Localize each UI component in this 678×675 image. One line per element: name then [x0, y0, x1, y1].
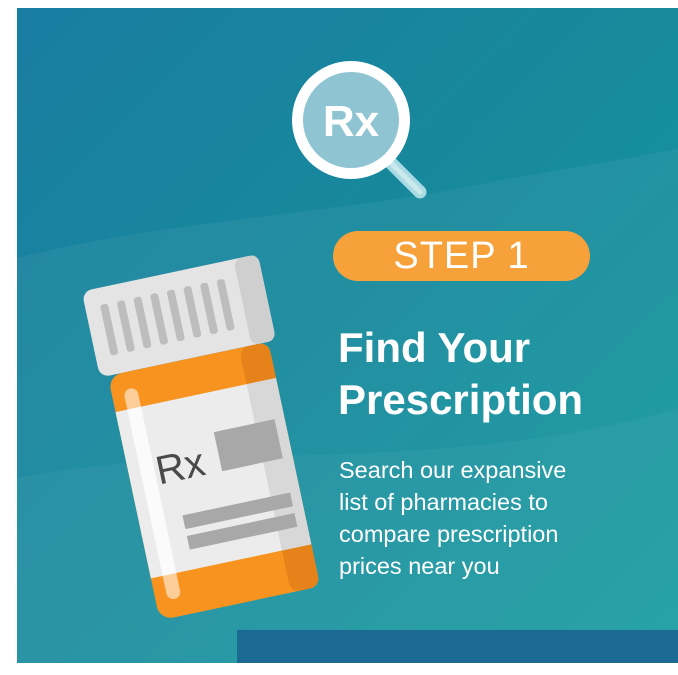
description-line-1: Search our expansive — [339, 457, 567, 483]
title-line-1: Find Your — [338, 324, 531, 371]
title-line-2: Prescription — [338, 376, 584, 423]
step-badge: STEP 1 — [333, 231, 590, 281]
description-line-2: list of pharmacies to — [339, 489, 548, 515]
teal-panel: Rx Rx STEP 1 Find Your Prescription Sear… — [17, 8, 678, 663]
prescription-bottle-icon: Rx — [83, 255, 319, 618]
slide: Rx Rx STEP 1 Find Your Prescription Sear… — [0, 0, 678, 675]
search-icon-rx-label: Rx — [323, 97, 380, 146]
description-line-4: prices near you — [339, 553, 500, 579]
bottom-bar — [237, 630, 678, 663]
page-title: Find Your Prescription — [338, 322, 668, 426]
description: Search our expansive list of pharmacies … — [339, 454, 659, 582]
rx-magnifying-glass-icon: Rx — [292, 61, 427, 199]
description-line-3: compare prescription — [339, 521, 559, 547]
